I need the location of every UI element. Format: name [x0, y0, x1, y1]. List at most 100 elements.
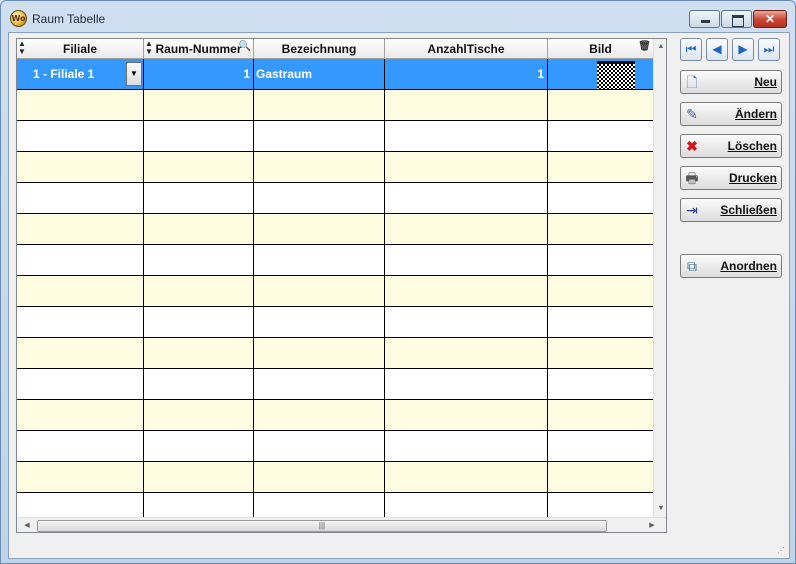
table-cell[interactable] [548, 245, 653, 275]
table-cell[interactable] [385, 183, 548, 213]
cell-bezeichnung[interactable]: Gastraum [254, 59, 385, 89]
table-cell[interactable] [385, 462, 548, 492]
table-cell[interactable] [144, 152, 254, 182]
table-cell[interactable] [548, 183, 653, 213]
table-cell[interactable] [385, 338, 548, 368]
table-cell[interactable] [17, 369, 144, 399]
table-row[interactable] [17, 183, 653, 214]
table-cell[interactable] [385, 245, 548, 275]
minimize-button[interactable] [689, 10, 720, 28]
table-row[interactable] [17, 462, 653, 493]
table-cell[interactable] [548, 400, 653, 430]
table-cell[interactable] [254, 307, 385, 337]
table-row[interactable] [17, 121, 653, 152]
table-cell[interactable] [385, 307, 548, 337]
sort-icon[interactable]: ▲ ▼ [18, 40, 26, 56]
table-cell[interactable] [144, 245, 254, 275]
table-cell[interactable] [548, 462, 653, 492]
table-row[interactable] [17, 369, 653, 400]
table-cell[interactable] [254, 121, 385, 151]
table-cell[interactable] [254, 338, 385, 368]
table-cell[interactable] [548, 276, 653, 306]
table-row-selected[interactable]: 1 - Filiale 1 ▼ 1 Gastraum 1 [17, 59, 653, 90]
column-header-bild[interactable]: Bild 🗑 [548, 39, 653, 59]
table-cell[interactable] [144, 90, 254, 120]
table-cell[interactable] [17, 338, 144, 368]
table-cell[interactable] [17, 152, 144, 182]
horizontal-scrollbar[interactable]: ◀ ||| ▶ [17, 517, 666, 532]
loeschen-button[interactable]: ✖ Löschen [680, 134, 782, 158]
table-row[interactable] [17, 214, 653, 245]
column-header-anzahltische[interactable]: AnzahlTische [385, 39, 548, 59]
column-header-raum-nummer[interactable]: ▲ ▼ Raum-Nummer 🔍 [144, 39, 254, 59]
table-cell[interactable] [144, 121, 254, 151]
table-cell[interactable] [144, 431, 254, 461]
table-row[interactable] [17, 431, 653, 462]
table-cell[interactable] [254, 183, 385, 213]
table-cell[interactable] [254, 431, 385, 461]
cell-bild[interactable] [548, 59, 653, 89]
table-cell[interactable] [254, 369, 385, 399]
next-record-button[interactable]: ▶ [732, 38, 754, 61]
table-cell[interactable] [144, 338, 254, 368]
table-row[interactable] [17, 338, 653, 369]
scroll-left-arrow-icon[interactable]: ◀ [20, 518, 34, 532]
table-cell[interactable] [385, 214, 548, 244]
cell-filiale[interactable]: 1 - Filiale 1 ▼ [17, 59, 144, 89]
close-button[interactable]: ✕ [753, 10, 787, 28]
table-row[interactable] [17, 307, 653, 338]
table-row[interactable] [17, 400, 653, 431]
table-cell[interactable] [254, 276, 385, 306]
table-cell[interactable] [17, 400, 144, 430]
table-cell[interactable] [144, 462, 254, 492]
last-record-button[interactable]: ⏭ [758, 38, 780, 61]
table-cell[interactable] [144, 307, 254, 337]
table-cell[interactable] [385, 369, 548, 399]
cell-anzahltische[interactable]: 1 [385, 59, 548, 89]
table-cell[interactable] [385, 121, 548, 151]
table-row[interactable] [17, 245, 653, 276]
search-icon[interactable]: 🔍 [239, 42, 251, 52]
table-cell[interactable] [254, 152, 385, 182]
table-cell[interactable] [17, 245, 144, 275]
table-cell[interactable] [17, 214, 144, 244]
maximize-button[interactable] [721, 10, 752, 28]
title-bar[interactable]: Wo Raum Tabelle ✕ [1, 1, 795, 33]
drucken-button[interactable]: 🖶 Drucken [680, 166, 782, 190]
table-cell[interactable] [144, 214, 254, 244]
table-cell[interactable] [385, 90, 548, 120]
resize-grip-icon[interactable]: ⋰ [777, 546, 787, 556]
table-cell[interactable] [385, 400, 548, 430]
column-header-bezeichnung[interactable]: Bezeichnung [254, 39, 385, 59]
sort-icon[interactable]: ▲ ▼ [145, 40, 153, 56]
table-cell[interactable] [254, 462, 385, 492]
first-record-button[interactable]: ⏮ [680, 38, 702, 61]
scroll-right-arrow-icon[interactable]: ▶ [645, 518, 659, 532]
aendern-button[interactable]: ✎ Ändern [680, 102, 782, 126]
table-cell[interactable] [548, 214, 653, 244]
vertical-scrollbar[interactable]: ▲ ▼ [653, 39, 666, 517]
trash-icon[interactable]: 🗑 [638, 42, 651, 52]
scroll-down-arrow-icon[interactable]: ▼ [654, 501, 666, 517]
table-cell[interactable] [144, 369, 254, 399]
previous-record-button[interactable]: ◀ [706, 38, 728, 61]
table-cell[interactable] [144, 400, 254, 430]
table-cell[interactable] [548, 369, 653, 399]
table-cell[interactable] [385, 431, 548, 461]
table-cell[interactable] [254, 90, 385, 120]
table-cell[interactable] [548, 121, 653, 151]
horizontal-scroll-thumb[interactable]: ||| [37, 520, 607, 532]
table-cell[interactable] [17, 307, 144, 337]
table-cell[interactable] [144, 276, 254, 306]
dropdown-arrow-icon[interactable]: ▼ [126, 62, 142, 86]
table-cell[interactable] [548, 152, 653, 182]
table-cell[interactable] [17, 121, 144, 151]
table-cell[interactable] [17, 462, 144, 492]
table-cell[interactable] [254, 214, 385, 244]
table-cell[interactable] [548, 431, 653, 461]
cell-raum-nummer[interactable]: 1 [144, 59, 254, 89]
schliessen-button[interactable]: ⇥ Schließen [680, 198, 782, 222]
column-header-filiale[interactable]: ▲ ▼ Filiale [17, 39, 144, 59]
table-cell[interactable] [385, 276, 548, 306]
neu-button[interactable]: 🗋 Neu [680, 70, 782, 94]
